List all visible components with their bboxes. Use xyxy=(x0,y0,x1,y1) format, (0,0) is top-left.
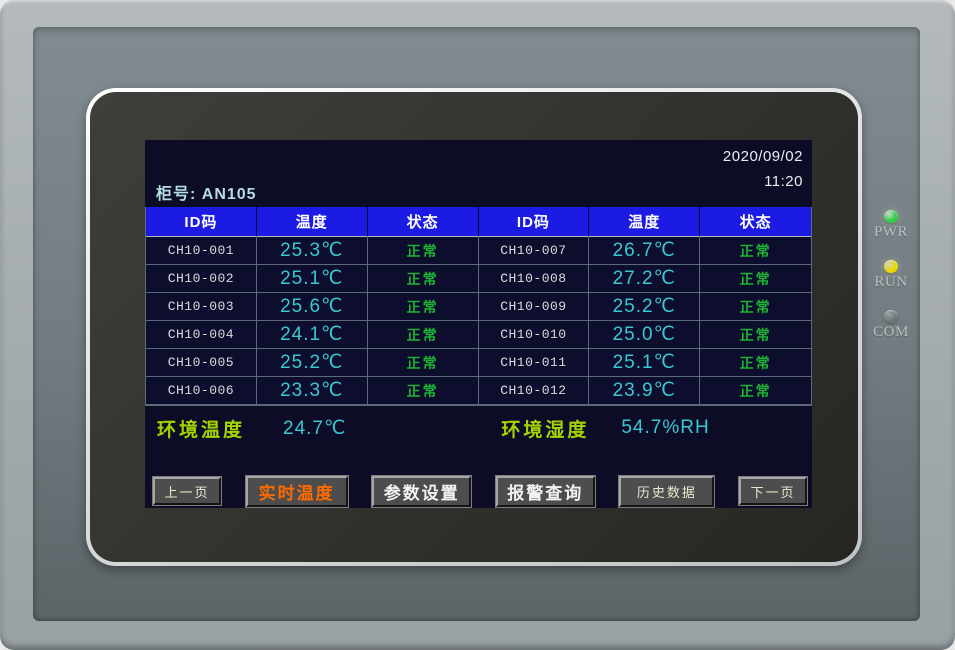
run-led-icon xyxy=(884,260,898,273)
cell-status: 正常 xyxy=(368,265,479,293)
cell-id: CH10-010 xyxy=(479,321,590,349)
ambient-row: 环境温度 24.7℃ 环境湿度 54.7%RH xyxy=(145,410,812,446)
cell-id: CH10-005 xyxy=(146,349,257,377)
led-group-run: RUN xyxy=(874,260,907,291)
cell-temp: 23.3℃ xyxy=(257,377,368,405)
cell-id: CH10-007 xyxy=(479,237,590,265)
run-led-label: RUN xyxy=(874,274,907,291)
cell-id: CH10-003 xyxy=(146,293,257,321)
table-header-id-left: ID码 xyxy=(146,207,257,237)
pwr-led-icon xyxy=(884,210,898,223)
next-page-button[interactable]: 下一页 xyxy=(739,477,807,505)
cell-temp: 25.3℃ xyxy=(257,237,368,265)
table-header-status-right: 状态 xyxy=(700,207,811,237)
cell-status: 正常 xyxy=(700,377,811,405)
cell-temp: 25.2℃ xyxy=(589,293,700,321)
cell-id: CH10-011 xyxy=(479,349,590,377)
cell-status: 正常 xyxy=(700,265,811,293)
sensor-table: ID码温度状态ID码温度状态CH10-00125.3℃正常CH10-00726.… xyxy=(145,207,812,406)
cell-status: 正常 xyxy=(700,293,811,321)
cabinet-id-label: 柜号: AN105 xyxy=(156,180,257,204)
cell-temp: 27.2℃ xyxy=(589,265,700,293)
table-header-temp-right: 温度 xyxy=(589,207,700,237)
cell-temp: 24.1℃ xyxy=(257,321,368,349)
realtime-temp-button[interactable]: 实时温度 xyxy=(246,476,348,507)
cell-id: CH10-002 xyxy=(146,265,257,293)
status-led-strip: PWR RUN COM xyxy=(862,210,920,360)
com-led-label: COM xyxy=(873,324,909,341)
cell-status: 正常 xyxy=(368,237,479,265)
cell-temp: 26.7℃ xyxy=(589,237,700,265)
cell-id: CH10-009 xyxy=(479,293,590,321)
table-header-id-right: ID码 xyxy=(479,207,590,237)
lcd-screen: 2020/09/02 11:20 柜号: AN105 ID码温度状态ID码温度状… xyxy=(145,140,812,508)
cell-status: 正常 xyxy=(368,293,479,321)
led-group-pwr: PWR xyxy=(874,210,908,241)
cell-id: CH10-008 xyxy=(479,265,590,293)
alarm-query-button[interactable]: 报警查询 xyxy=(496,476,595,507)
cell-status: 正常 xyxy=(700,349,811,377)
cell-status: 正常 xyxy=(368,377,479,405)
ambient-temp-value: 24.7℃ xyxy=(283,417,346,440)
cell-id: CH10-001 xyxy=(146,237,257,265)
cell-temp: 25.2℃ xyxy=(257,349,368,377)
history-data-button[interactable]: 历史数据 xyxy=(619,476,714,507)
table-header-status-left: 状态 xyxy=(368,207,479,237)
cell-id: CH10-006 xyxy=(146,377,257,405)
table-header-temp-left: 温度 xyxy=(257,207,368,237)
lcd-header: 2020/09/02 11:20 柜号: AN105 xyxy=(145,140,812,207)
nav-button-bar: 上一页实时温度参数设置报警查询历史数据下一页 xyxy=(153,474,807,508)
cell-temp: 25.6℃ xyxy=(257,293,368,321)
ambient-temp-label: 环境温度 xyxy=(157,415,245,442)
cell-temp: 25.1℃ xyxy=(257,265,368,293)
cell-status: 正常 xyxy=(700,321,811,349)
cell-status: 正常 xyxy=(368,349,479,377)
cell-status: 正常 xyxy=(368,321,479,349)
ambient-humidity-label: 环境湿度 xyxy=(501,415,589,442)
date-text: 2020/09/02 xyxy=(723,144,803,169)
datetime: 2020/09/02 11:20 xyxy=(723,144,803,194)
cell-temp: 25.1℃ xyxy=(589,349,700,377)
cell-id: CH10-004 xyxy=(146,321,257,349)
ambient-humidity-value: 54.7%RH xyxy=(621,417,709,439)
cell-temp: 25.0℃ xyxy=(589,321,700,349)
cell-id: CH10-012 xyxy=(479,377,590,405)
cell-temp: 23.9℃ xyxy=(589,377,700,405)
prev-page-button[interactable]: 上一页 xyxy=(153,477,221,505)
cell-status: 正常 xyxy=(700,237,811,265)
param-set-button[interactable]: 参数设置 xyxy=(372,476,471,507)
hmi-device: 2020/09/02 11:20 柜号: AN105 ID码温度状态ID码温度状… xyxy=(0,0,955,650)
com-led-icon xyxy=(884,310,898,323)
led-group-com: COM xyxy=(873,310,909,341)
pwr-led-label: PWR xyxy=(874,224,908,241)
time-text: 11:20 xyxy=(723,169,803,194)
